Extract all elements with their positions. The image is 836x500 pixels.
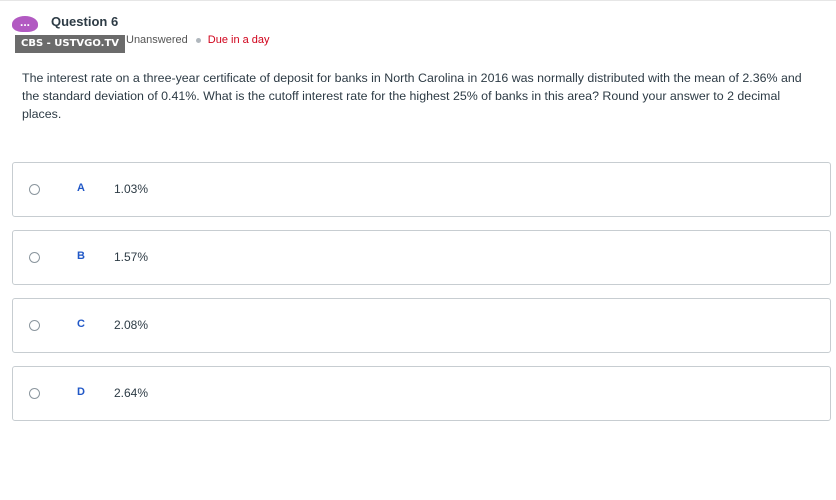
question-text: The interest rate on a three-year certif… [22,71,802,121]
option-value: 2.08% [114,318,149,332]
radio-button[interactable] [29,184,40,195]
option-a[interactable]: A 1.03% [12,162,831,217]
radio-button[interactable] [29,320,40,331]
quiz-page: ... Question 6 CBS - USTVGO.TV Unanswere… [0,0,836,500]
due-label: Due in a day [207,34,270,46]
more-options-icon[interactable]: ... [12,16,38,32]
option-b[interactable]: B 1.57% [12,230,831,285]
option-letter: D [77,386,85,398]
watermark-tag: CBS - USTVGO.TV [15,35,126,53]
question-title: Question 6 [51,14,119,29]
question-status: Unanswered Due in a day [126,34,270,46]
radio-button[interactable] [29,388,40,399]
separator-dot-icon [195,37,201,43]
option-value: 1.03% [114,182,149,196]
option-c[interactable]: C 2.08% [12,298,831,353]
option-value: 1.57% [114,250,149,264]
option-letter: C [77,318,85,330]
question-header: ... Question 6 CBS - USTVGO.TV Unanswere… [12,11,612,53]
status-label: Unanswered [126,34,188,46]
option-letter: B [77,250,85,262]
radio-button[interactable] [29,252,40,263]
option-value: 2.64% [114,386,149,400]
option-d[interactable]: D 2.64% [12,366,831,421]
option-letter: A [77,182,85,194]
